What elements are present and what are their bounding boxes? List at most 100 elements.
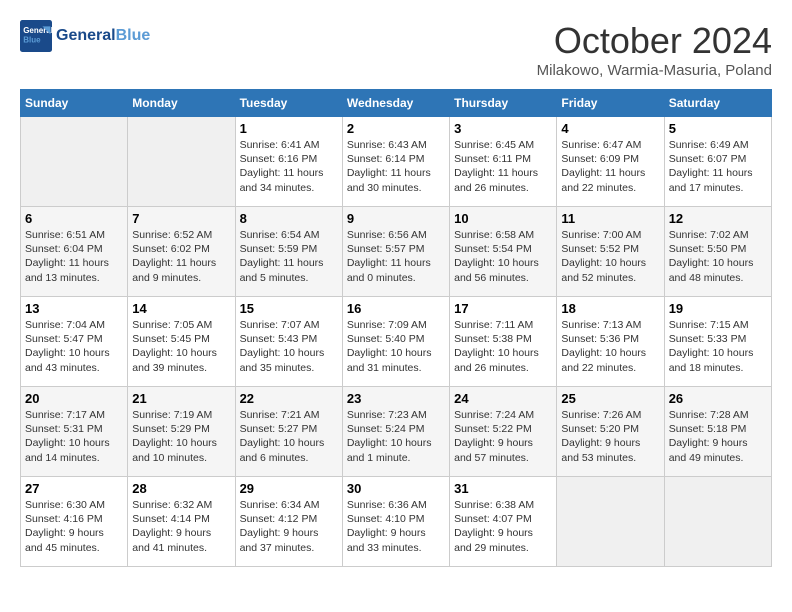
logo-icon: General Blue [20, 20, 52, 52]
logo: General Blue GeneralBlue [20, 20, 150, 52]
day-number: 6 [25, 211, 123, 226]
day-info: Sunrise: 7:23 AM Sunset: 5:24 PM Dayligh… [347, 408, 445, 465]
calendar-cell: 4 Sunrise: 6:47 AM Sunset: 6:09 PM Daylig… [557, 117, 664, 207]
calendar-cell: 9Sunrise: 6:56 AM Sunset: 5:57 PM Daylig… [342, 207, 449, 297]
weekday-header: Wednesday [342, 90, 449, 117]
calendar-week-row: 6 Sunrise: 6:51 AM Sunset: 6:04 PM Daylig… [21, 207, 772, 297]
day-info: Sunrise: 6:45 AM Sunset: 6:11 PM Dayligh… [454, 138, 552, 195]
day-info: Sunrise: 6:41 AM Sunset: 6:16 PM Dayligh… [240, 138, 338, 195]
day-number: 30 [347, 481, 445, 496]
title-block: October 2024 Milakowo, Warmia-Masuria, P… [537, 20, 772, 79]
calendar-cell: 31 Sunrise: 6:38 AM Sunset: 4:07 PM Dayli… [450, 477, 557, 567]
day-info: Sunrise: 7:04 AM Sunset: 5:47 PM Dayligh… [25, 318, 123, 375]
day-number: 22 [240, 391, 338, 406]
day-number: 2 [347, 121, 445, 136]
day-number: 17 [454, 301, 552, 316]
day-number: 20 [25, 391, 123, 406]
calendar-cell: 6 Sunrise: 6:51 AM Sunset: 6:04 PM Daylig… [21, 207, 128, 297]
calendar-cell [664, 477, 771, 567]
calendar-cell: 18 Sunrise: 7:13 AM Sunset: 5:36 PM Dayli… [557, 297, 664, 387]
day-number: 10 [454, 211, 552, 226]
day-number: 18 [561, 301, 659, 316]
weekday-header: Monday [128, 90, 235, 117]
calendar-cell: 15 Sunrise: 7:07 AM Sunset: 5:43 PM Dayli… [235, 297, 342, 387]
day-info: Sunrise: 6:58 AM Sunset: 5:54 PM Dayligh… [454, 228, 552, 285]
calendar-cell: 16 Sunrise: 7:09 AM Sunset: 5:40 PM Dayli… [342, 297, 449, 387]
day-number: 21 [132, 391, 230, 406]
calendar-cell: 1Sunrise: 6:41 AM Sunset: 6:16 PM Daylig… [235, 117, 342, 207]
day-info: Sunrise: 7:26 AM Sunset: 5:20 PM Dayligh… [561, 408, 659, 465]
weekday-header: Sunday [21, 90, 128, 117]
day-number: 26 [669, 391, 767, 406]
calendar-week-row: 27Sunrise: 6:30 AM Sunset: 4:16 PM Dayli… [21, 477, 772, 567]
day-number: 27 [25, 481, 123, 496]
calendar-cell: 12 Sunrise: 7:02 AM Sunset: 5:50 PM Dayli… [664, 207, 771, 297]
weekday-header: Friday [557, 90, 664, 117]
weekday-header: Tuesday [235, 90, 342, 117]
day-info: Sunrise: 7:02 AM Sunset: 5:50 PM Dayligh… [669, 228, 767, 285]
day-number: 16 [347, 301, 445, 316]
calendar-cell: 11Sunrise: 7:00 AM Sunset: 5:52 PM Dayli… [557, 207, 664, 297]
day-info: Sunrise: 6:32 AM Sunset: 4:14 PM Dayligh… [132, 498, 230, 555]
svg-text:Blue: Blue [23, 35, 41, 44]
day-info: Sunrise: 7:21 AM Sunset: 5:27 PM Dayligh… [240, 408, 338, 465]
calendar-cell: 14Sunrise: 7:05 AM Sunset: 5:45 PM Dayli… [128, 297, 235, 387]
day-number: 13 [25, 301, 123, 316]
calendar-cell: 24Sunrise: 7:24 AM Sunset: 5:22 PM Dayli… [450, 387, 557, 477]
day-info: Sunrise: 6:47 AM Sunset: 6:09 PM Dayligh… [561, 138, 659, 195]
day-info: Sunrise: 7:13 AM Sunset: 5:36 PM Dayligh… [561, 318, 659, 375]
day-info: Sunrise: 7:24 AM Sunset: 5:22 PM Dayligh… [454, 408, 552, 465]
day-info: Sunrise: 6:54 AM Sunset: 5:59 PM Dayligh… [240, 228, 338, 285]
calendar-week-row: 13 Sunrise: 7:04 AM Sunset: 5:47 PM Dayli… [21, 297, 772, 387]
calendar-cell: 3 Sunrise: 6:45 AM Sunset: 6:11 PM Daylig… [450, 117, 557, 207]
calendar-cell: 23Sunrise: 7:23 AM Sunset: 5:24 PM Dayli… [342, 387, 449, 477]
calendar-cell: 8 Sunrise: 6:54 AM Sunset: 5:59 PM Daylig… [235, 207, 342, 297]
day-info: Sunrise: 7:28 AM Sunset: 5:18 PM Dayligh… [669, 408, 767, 465]
calendar-cell: 28Sunrise: 6:32 AM Sunset: 4:14 PM Dayli… [128, 477, 235, 567]
calendar-cell: 17 Sunrise: 7:11 AM Sunset: 5:38 PM Dayli… [450, 297, 557, 387]
day-info: Sunrise: 6:34 AM Sunset: 4:12 PM Dayligh… [240, 498, 338, 555]
day-number: 11 [561, 211, 659, 226]
day-info: Sunrise: 6:38 AM Sunset: 4:07 PM Dayligh… [454, 498, 552, 555]
calendar-cell [21, 117, 128, 207]
day-number: 19 [669, 301, 767, 316]
day-number: 7 [132, 211, 230, 226]
day-number: 5 [669, 121, 767, 136]
calendar-cell [128, 117, 235, 207]
day-info: Sunrise: 6:52 AM Sunset: 6:02 PM Dayligh… [132, 228, 230, 285]
day-info: Sunrise: 6:43 AM Sunset: 6:14 PM Dayligh… [347, 138, 445, 195]
day-number: 12 [669, 211, 767, 226]
calendar-cell: 2 Sunrise: 6:43 AM Sunset: 6:14 PM Daylig… [342, 117, 449, 207]
day-info: Sunrise: 7:07 AM Sunset: 5:43 PM Dayligh… [240, 318, 338, 375]
calendar-body: 1Sunrise: 6:41 AM Sunset: 6:16 PM Daylig… [21, 117, 772, 567]
day-number: 4 [561, 121, 659, 136]
day-number: 8 [240, 211, 338, 226]
calendar-cell: 10 Sunrise: 6:58 AM Sunset: 5:54 PM Dayli… [450, 207, 557, 297]
day-number: 15 [240, 301, 338, 316]
weekday-header: Saturday [664, 90, 771, 117]
day-info: Sunrise: 7:17 AM Sunset: 5:31 PM Dayligh… [25, 408, 123, 465]
day-info: Sunrise: 6:36 AM Sunset: 4:10 PM Dayligh… [347, 498, 445, 555]
day-number: 9 [347, 211, 445, 226]
calendar-week-row: 20 Sunrise: 7:17 AM Sunset: 5:31 PM Dayli… [21, 387, 772, 477]
location-subtitle: Milakowo, Warmia-Masuria, Poland [537, 62, 772, 79]
calendar-cell: 5 Sunrise: 6:49 AM Sunset: 6:07 PM Daylig… [664, 117, 771, 207]
day-number: 31 [454, 481, 552, 496]
day-number: 25 [561, 391, 659, 406]
day-number: 3 [454, 121, 552, 136]
calendar-cell: 26 Sunrise: 7:28 AM Sunset: 5:18 PM Dayli… [664, 387, 771, 477]
calendar-cell: 21Sunrise: 7:19 AM Sunset: 5:29 PM Dayli… [128, 387, 235, 477]
day-info: Sunrise: 7:11 AM Sunset: 5:38 PM Dayligh… [454, 318, 552, 375]
day-info: Sunrise: 7:15 AM Sunset: 5:33 PM Dayligh… [669, 318, 767, 375]
day-info: Sunrise: 7:05 AM Sunset: 5:45 PM Dayligh… [132, 318, 230, 375]
page-header: General Blue GeneralBlue October 2024 Mi… [20, 20, 772, 79]
day-info: Sunrise: 6:49 AM Sunset: 6:07 PM Dayligh… [669, 138, 767, 195]
calendar-cell: 30 Sunrise: 6:36 AM Sunset: 4:10 PM Dayli… [342, 477, 449, 567]
calendar-cell: 27Sunrise: 6:30 AM Sunset: 4:16 PM Dayli… [21, 477, 128, 567]
calendar-week-row: 1Sunrise: 6:41 AM Sunset: 6:16 PM Daylig… [21, 117, 772, 207]
day-info: Sunrise: 6:51 AM Sunset: 6:04 PM Dayligh… [25, 228, 123, 285]
calendar-cell [557, 477, 664, 567]
day-number: 29 [240, 481, 338, 496]
day-info: Sunrise: 7:09 AM Sunset: 5:40 PM Dayligh… [347, 318, 445, 375]
weekday-header: Thursday [450, 90, 557, 117]
